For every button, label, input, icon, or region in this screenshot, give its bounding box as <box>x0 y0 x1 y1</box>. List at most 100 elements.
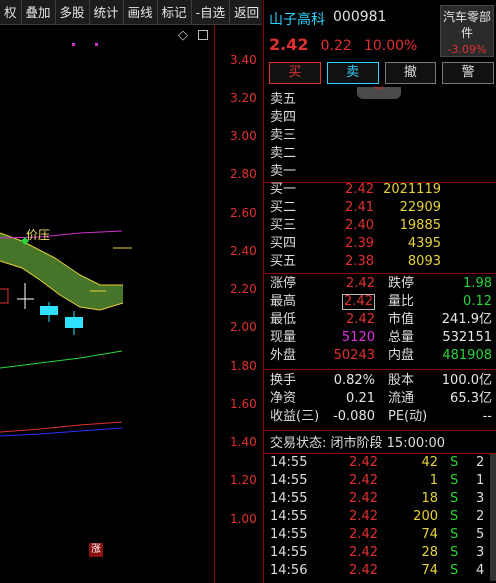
toolbar-stats-button[interactable]: 统计 <box>90 0 124 25</box>
tick-volume: 74 <box>421 563 438 578</box>
bid-volume: 22909 <box>399 200 441 215</box>
tick-time: 14:56 <box>270 563 308 578</box>
tick-time: 14:55 <box>270 545 308 560</box>
bid-price: 2.39 <box>345 236 374 251</box>
divider <box>264 273 496 274</box>
bid-row[interactable]: 买三 2.40 19885 <box>264 217 496 235</box>
signal-dot <box>95 43 98 46</box>
price-tick: 1.00 <box>230 512 257 526</box>
sector-change: -3.09% <box>447 43 487 56</box>
stats-row: 外盘 50243 内盘 481908 <box>264 347 496 365</box>
inner-volume-value: 481908 <box>442 348 492 363</box>
ask-label: 卖三 <box>270 128 297 143</box>
bid-price: 2.38 <box>345 254 374 269</box>
alert-button[interactable]: 警 <box>442 62 494 84</box>
tick-count: 4 <box>476 563 485 578</box>
price-summary: 2.42 0.22 10.00% <box>269 35 417 54</box>
tick-time: 14:55 <box>270 527 308 542</box>
sector-name: 汽车零部件 <box>443 10 492 40</box>
price-tick: 2.40 <box>230 244 257 258</box>
tick-side: S <box>450 455 459 470</box>
price-tick: 1.60 <box>230 397 257 411</box>
tick-volume: 28 <box>421 545 438 560</box>
kline-chart[interactable]: ◇ 价压 涨 3.40 3.20 3.00 2.80 2.60 2.40 2.2… <box>0 25 262 583</box>
tick-side: S <box>450 563 459 578</box>
tick-volume: 74 <box>421 527 438 542</box>
price-change-percent: 10.00% <box>363 38 418 54</box>
ma-red-line <box>0 421 123 433</box>
bid-price: 2.41 <box>345 200 374 215</box>
market-cap-value: 241.9亿 <box>441 312 492 327</box>
price-tick: 3.40 <box>230 53 257 67</box>
bid-row[interactable]: 买四 2.39 4395 <box>264 235 496 253</box>
pressure-annotation: 价压 <box>26 228 51 242</box>
current-volume-value: 5120 <box>341 330 375 345</box>
toolbar-overlay-button[interactable]: 叠加 <box>22 0 56 25</box>
low-label: 最低 <box>270 312 297 327</box>
tick-time: 14:55 <box>270 491 308 506</box>
bid-volume: 8093 <box>407 254 441 269</box>
bid-row[interactable]: 买一 2.42 2021119 <box>264 181 496 199</box>
stats-row: 最低 2.42 市值 241.9亿 <box>264 311 496 329</box>
turnover-value: 0.82% <box>333 373 375 388</box>
price-tick: 1.80 <box>230 359 257 373</box>
price-tick: 2.80 <box>230 167 257 181</box>
price-tick: 3.20 <box>230 91 257 105</box>
ask-row: 卖三 <box>264 127 496 145</box>
ask-label: 卖一 <box>270 164 297 179</box>
toolbar-draw-line-button[interactable]: 画线 <box>124 0 158 25</box>
tick-count: 2 <box>476 455 485 470</box>
tick-list-scrollbar[interactable] <box>490 454 496 581</box>
tick-volume: 18 <box>421 491 438 506</box>
high-label: 最高 <box>270 294 297 309</box>
stats-row: 现量 5120 总量 532151 <box>264 329 496 347</box>
limit-down-label: 跌停 <box>388 276 415 291</box>
tick-price: 2.42 <box>349 527 378 542</box>
tick-side: S <box>450 473 459 488</box>
share-capital-label: 股本 <box>388 373 415 388</box>
bid-row[interactable]: 买二 2.41 22909 <box>264 199 496 217</box>
square-icon[interactable] <box>198 30 208 40</box>
total-volume-label: 总量 <box>388 330 415 345</box>
tick-side: S <box>450 509 459 524</box>
bid-label: 买五 <box>270 254 297 269</box>
toolbar-rights-button[interactable]: 权 <box>0 0 22 25</box>
price-tick: 2.60 <box>230 206 257 220</box>
candle-down <box>40 306 58 315</box>
sector-badge[interactable]: 汽车零部件 -3.09% <box>440 5 494 57</box>
trading-status-value: 闭市阶段 15:00:00 <box>330 436 446 451</box>
pe-label: PE(动) <box>388 409 428 424</box>
bid-label: 买一 <box>270 182 297 197</box>
price-tick: 1.40 <box>230 435 257 449</box>
candle-up <box>0 288 9 304</box>
tick-price: 2.42 <box>349 473 378 488</box>
volume-ratio-label: 量比 <box>388 294 415 309</box>
tick-time: 14:55 <box>270 509 308 524</box>
tick-price: 2.42 <box>349 509 378 524</box>
tick-count: 3 <box>476 545 485 560</box>
inner-volume-label: 内盘 <box>388 348 415 363</box>
sell-button[interactable]: 卖 <box>326 62 379 84</box>
stock-name[interactable]: 山子高科 <box>269 9 325 29</box>
toolbar-remove-watchlist-button[interactable]: -自选 <box>192 0 231 25</box>
toolbar-multi-stock-button[interactable]: 多股 <box>56 0 90 25</box>
buy-button[interactable]: 买 <box>269 62 321 84</box>
cancel-order-button[interactable]: 撤 <box>384 62 437 84</box>
stats-row: 收益(三) -0.080 PE(动) -- <box>264 408 496 426</box>
bid-volume: 4395 <box>407 236 441 251</box>
bid-label: 买二 <box>270 200 297 215</box>
stats-row: 涨停 2.42 跌停 1.98 <box>264 275 496 293</box>
tick-row: 14:55 2.42 28 S 3 <box>264 544 496 562</box>
kline-chart-canvas[interactable] <box>0 25 214 583</box>
price-axis-line <box>214 25 215 583</box>
toolbar-back-button[interactable]: 返回 <box>230 0 263 25</box>
ma-green-line <box>0 350 123 369</box>
tick-count: 1 <box>476 473 485 488</box>
bid-row[interactable]: 买五 2.38 8093 <box>264 253 496 271</box>
tick-count: 2 <box>476 509 485 524</box>
diamond-icon[interactable]: ◇ <box>178 28 188 43</box>
tick-row: 14:55 2.42 200 S 2 <box>264 508 496 526</box>
float-shares-value: 65.3亿 <box>450 391 492 406</box>
toolbar-mark-button[interactable]: 标记 <box>158 0 192 25</box>
limit-up-label: 涨停 <box>270 276 297 291</box>
